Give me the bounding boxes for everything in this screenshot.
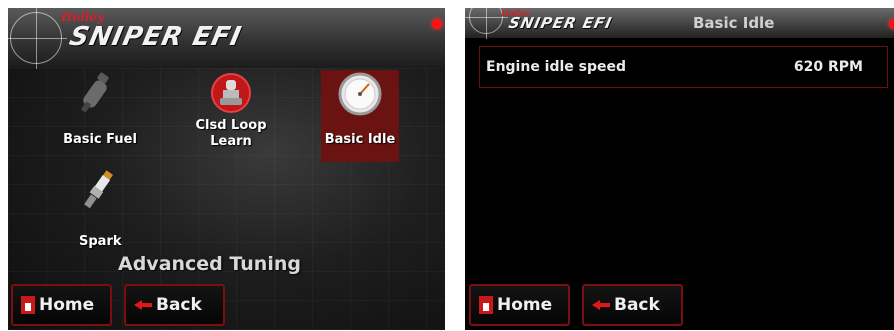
advanced-tuning-screen: Holley SNIPER EFI Basic Fuel Clsd Loop L… (8, 8, 445, 330)
reticle-icon (8, 8, 67, 69)
back-button-label: Back (614, 295, 660, 315)
section-title: Advanced Tuning (118, 253, 301, 275)
back-arrow-icon (134, 300, 152, 310)
injector-icon (78, 72, 122, 116)
menu-item-basic-fuel[interactable]: Basic Fuel (61, 72, 139, 162)
setting-label: Engine idle speed (486, 59, 627, 75)
menu-item-spark[interactable]: Spark (61, 168, 139, 254)
page-title: Basic Idle (693, 14, 775, 32)
back-button[interactable]: Back (124, 284, 225, 326)
back-button[interactable]: Back (582, 284, 683, 326)
o2-sensor-icon (209, 72, 253, 116)
back-button-label: Back (156, 295, 202, 315)
engine-idle-speed-setting[interactable]: Engine idle speed 620 RPM (479, 46, 888, 88)
home-icon (479, 296, 493, 314)
menu-item-clsd-loop-learn[interactable]: Clsd Loop Learn (192, 72, 270, 162)
menu-item-label: Basic Fuel (63, 132, 137, 147)
status-indicator (432, 19, 442, 29)
home-button[interactable]: Home (469, 284, 570, 326)
spark-plug-icon (78, 168, 122, 212)
menu-item-label: Spark (79, 234, 122, 249)
menu-item-basic-idle[interactable]: Basic Idle (321, 70, 399, 162)
menu-item-label-line2: Learn (210, 134, 252, 149)
setting-value: 620 RPM (793, 59, 863, 75)
home-button-label: Home (497, 295, 553, 315)
menu-item-label-line1: Clsd Loop (195, 118, 267, 133)
status-indicator (889, 19, 894, 29)
gauge-icon (338, 72, 382, 116)
sniper-efi-logo: SNIPER EFI (507, 14, 614, 32)
basic-idle-screen: Holley SNIPER EFI Basic Idle Engine idle… (465, 8, 894, 330)
home-button-label: Home (39, 295, 95, 315)
home-icon (21, 296, 35, 314)
sniper-efi-logo: SNIPER EFI (66, 22, 245, 52)
back-arrow-icon (592, 300, 610, 310)
menu-item-label: Basic Idle (324, 132, 396, 147)
home-button[interactable]: Home (11, 284, 112, 326)
